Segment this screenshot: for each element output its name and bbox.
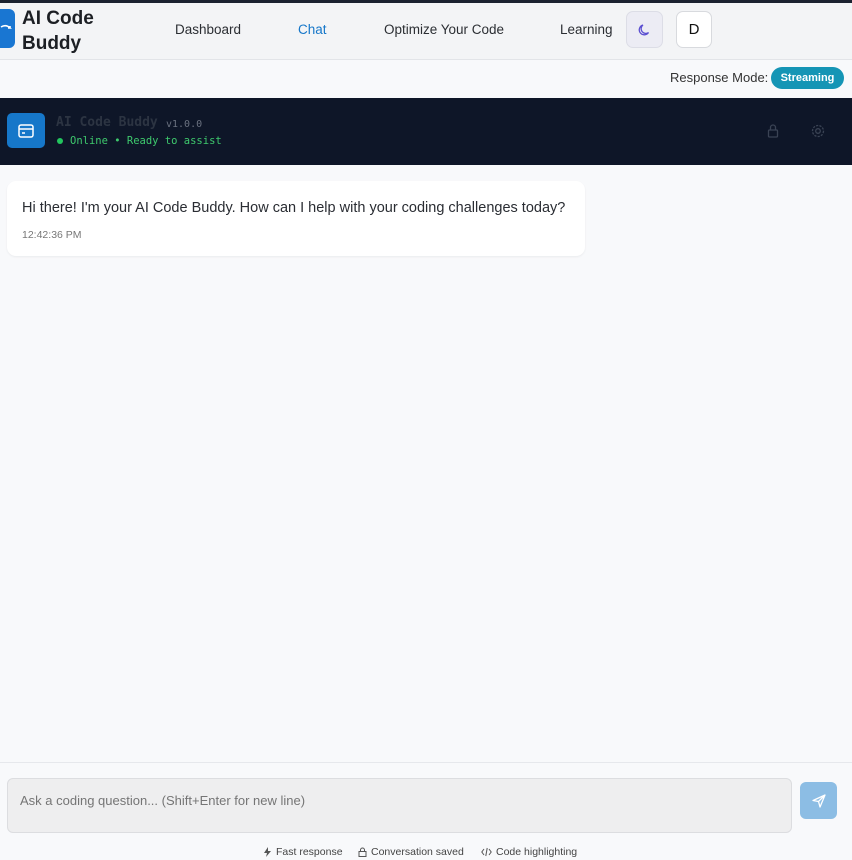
chat-header: AI Code Buddy v1.0.0 Online • Ready to a… [0,98,852,165]
nav-chat[interactable]: Chat [298,21,327,39]
nav-learning[interactable]: Learning [560,21,613,39]
feature-fast-response: Fast response [263,846,343,858]
terminal-window-icon [7,113,45,148]
nav-dashboard[interactable]: Dashboard [175,21,241,39]
feature-label: Fast response [276,846,343,858]
lock-button[interactable] [764,122,782,140]
message-list[interactable]: Hi there! I'm your AI Code Buddy. How ca… [0,165,852,762]
feature-label: Conversation saved [371,846,464,858]
lock-icon [767,124,779,138]
response-mode-bar: Response Mode: Streaming [0,60,852,98]
gear-icon [811,124,825,138]
online-status-dot [57,138,63,144]
bot-status: Online • Ready to assist [70,135,222,147]
message-timestamp: 12:42:36 PM [22,229,82,241]
send-icon [811,793,826,808]
response-mode-label: Response Mode: [670,70,769,85]
moon-icon [638,23,649,35]
code-icon [481,847,492,857]
message-text: Hi there! I'm your AI Code Buddy. How ca… [22,200,566,216]
user-avatar-button[interactable]: D [676,11,712,48]
assistant-message: Hi there! I'm your AI Code Buddy. How ca… [7,181,585,256]
bot-version: v1.0.0 [166,119,203,130]
logo-icon[interactable] [0,9,15,48]
settings-button[interactable] [809,122,827,140]
input-area: Fast response Conversation saved Code hi… [0,762,852,858]
response-mode-toggle[interactable]: Streaming [771,67,844,89]
feature-code-highlighting: Code highlighting [481,846,577,858]
bot-name: AI Code Buddy [56,115,158,130]
chat-input[interactable] [7,778,792,833]
bolt-icon [264,847,271,857]
navbar: AI Code Buddy Dashboard Chat Optimize Yo… [0,3,852,60]
brand-name[interactable]: AI Code Buddy [22,6,132,56]
feature-label: Code highlighting [496,846,578,858]
send-button[interactable] [800,782,837,819]
lock-icon [358,847,367,857]
theme-toggle-button[interactable] [626,11,663,48]
feature-conversation-saved: Conversation saved [358,846,464,858]
nav-optimize-code[interactable]: Optimize Your Code [384,21,504,39]
